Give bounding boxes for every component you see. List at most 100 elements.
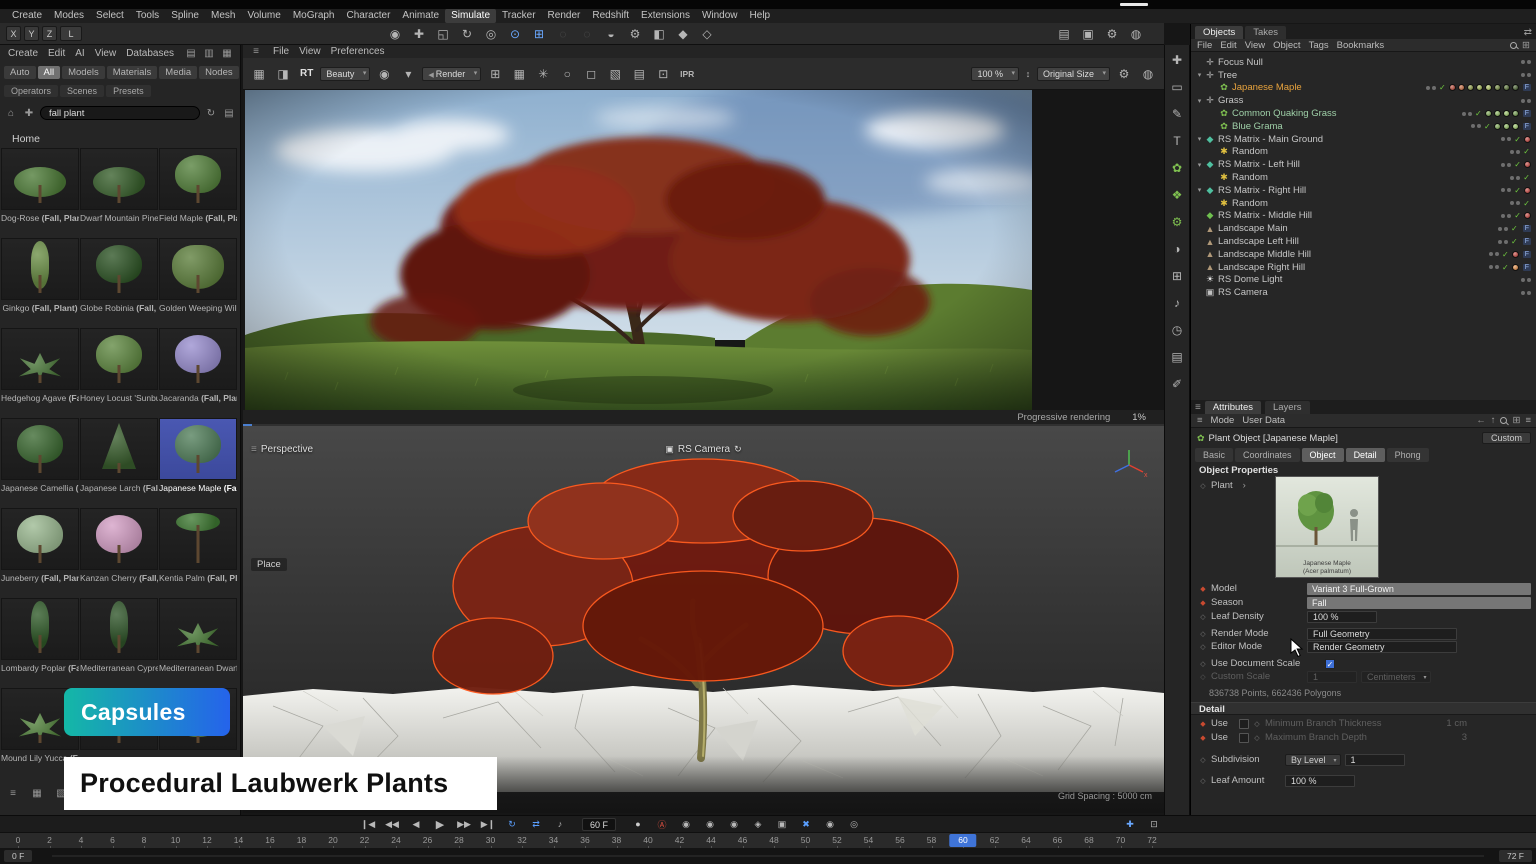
mesh-tool-icon[interactable]: ◆ bbox=[673, 24, 693, 44]
material-chip[interactable] bbox=[1524, 136, 1531, 143]
asset-item-field-maple[interactable]: Field Maple (Fall, Plant) bbox=[159, 148, 237, 236]
material-chip[interactable] bbox=[1512, 251, 1519, 258]
mode-menu[interactable]: Mode bbox=[1211, 415, 1235, 426]
zoom-spinner-icon[interactable]: ↕ bbox=[1023, 64, 1033, 84]
border-icon[interactable]: ◻ bbox=[581, 64, 601, 84]
plant-capsule-icon[interactable]: ✿ bbox=[1168, 159, 1186, 177]
grid-array-icon[interactable]: ⊞ bbox=[529, 24, 549, 44]
object-row-rs-matrix-left-hill[interactable]: ▾◆RS Matrix - Left Hill✓ bbox=[1191, 158, 1536, 171]
panel-menu-icon[interactable]: ≡ bbox=[249, 46, 263, 57]
enable-checkmark-icon[interactable]: ✓ bbox=[1502, 250, 1509, 259]
menu-animate[interactable]: Animate bbox=[396, 9, 445, 23]
om-menu-object[interactable]: Object bbox=[1273, 40, 1300, 51]
custom-preset-button[interactable]: Custom bbox=[1482, 432, 1531, 444]
object-row-random[interactable]: ✱Random✓ bbox=[1191, 197, 1536, 210]
menu-create[interactable]: Create bbox=[6, 9, 48, 23]
volume-icon[interactable]: ⊞ bbox=[1168, 267, 1186, 285]
enable-checkmark-icon[interactable]: ✓ bbox=[1511, 224, 1518, 233]
asset-item-juneberry[interactable]: Juneberry (Fall, Plant) bbox=[1, 508, 79, 596]
search-input[interactable]: fall plant bbox=[40, 106, 200, 120]
render-dot[interactable] bbox=[1432, 86, 1436, 90]
snapshot-icon[interactable]: ▦ bbox=[249, 64, 269, 84]
menu-redshift[interactable]: Redshift bbox=[586, 9, 635, 23]
node-capsule-icon[interactable]: ❖ bbox=[1168, 186, 1186, 204]
refresh-icon[interactable]: ↻ bbox=[204, 108, 218, 119]
keying-settings-button[interactable]: ✖ bbox=[798, 819, 814, 830]
render-dot[interactable] bbox=[1527, 99, 1531, 103]
record-position-button[interactable]: ◉ bbox=[678, 819, 694, 830]
material-chip[interactable] bbox=[1512, 84, 1519, 91]
tool-settings-icon[interactable]: ⚙ bbox=[625, 24, 645, 44]
autokey-button[interactable]: Ⓐ bbox=[654, 818, 670, 831]
vp-menu-preferences[interactable]: Preferences bbox=[331, 46, 385, 57]
leaf-amount-field[interactable]: 100 % bbox=[1285, 775, 1355, 787]
solo-button[interactable]: ◉ bbox=[822, 819, 838, 830]
asset-item-mediterranean-cypres-[interactable]: Mediterranean Cypres... bbox=[80, 598, 158, 686]
menu-help[interactable]: Help bbox=[744, 9, 777, 23]
layout-icon[interactable]: ▤ bbox=[1168, 348, 1186, 366]
object-tag[interactable]: F bbox=[1523, 264, 1531, 271]
preview-range-button[interactable]: ◎ bbox=[846, 819, 862, 830]
visibility-dot[interactable] bbox=[1501, 163, 1505, 167]
pixel-probe-icon[interactable]: ⊡ bbox=[653, 64, 673, 84]
enable-checkmark-icon[interactable]: ✓ bbox=[1514, 186, 1521, 195]
perspective-view-label[interactable]: ≡ Perspective bbox=[251, 444, 313, 455]
current-frame-field[interactable]: 60 F bbox=[582, 818, 616, 831]
object-row-random[interactable]: ✱Random✓ bbox=[1191, 171, 1536, 184]
prev-key-button[interactable]: ◀◀ bbox=[384, 819, 400, 830]
asset-item-ginkgo[interactable]: Ginkgo (Fall, Plant) bbox=[1, 238, 79, 326]
render-dot[interactable] bbox=[1507, 188, 1511, 192]
object-tag[interactable]: F bbox=[1523, 123, 1531, 130]
visibility-dot[interactable] bbox=[1521, 278, 1525, 282]
record-pla-button[interactable]: ▣ bbox=[774, 819, 790, 830]
attributes-menu-icon[interactable]: ≡ bbox=[1195, 402, 1201, 413]
gear-capsule-icon[interactable]: ⚙ bbox=[1168, 213, 1186, 231]
back-arrow-icon[interactable]: ← bbox=[1476, 415, 1486, 426]
ab-subtab-scenes[interactable]: Scenes bbox=[60, 85, 104, 97]
object-row-rs-matrix-right-hill[interactable]: ▾◆RS Matrix - Right Hill✓ bbox=[1191, 184, 1536, 197]
object-row-focus-null[interactable]: ✛Focus Null bbox=[1191, 56, 1536, 69]
visibility-dot[interactable] bbox=[1501, 137, 1505, 141]
render-dot[interactable] bbox=[1504, 240, 1508, 244]
asset-item-kanzan-cherry[interactable]: Kanzan Cherry (Fall, Pl... bbox=[80, 508, 158, 596]
view-menu-icon[interactable]: ≡ bbox=[251, 444, 257, 455]
filter-grid-icon[interactable]: ⊞ bbox=[1522, 40, 1530, 51]
zoom-fit-icon[interactable]: ▧ bbox=[605, 64, 625, 84]
ab-tab-media[interactable]: Media bbox=[159, 66, 197, 79]
perspective-viewport[interactable]: ≡ Perspective ▣ RS Camera ↻ Place x Grid… bbox=[243, 426, 1164, 813]
asset-item-japanese-camellia[interactable]: Japanese Camellia (Fal... bbox=[1, 418, 79, 506]
live-selection-tool[interactable]: ◉ bbox=[385, 24, 405, 44]
render-pass-select[interactable]: Beauty bbox=[320, 67, 370, 81]
ipr-button[interactable]: IPR bbox=[677, 64, 697, 84]
material-manager-button[interactable]: ◍ bbox=[1126, 24, 1146, 44]
rt-toggle-button[interactable]: RT bbox=[300, 68, 313, 79]
material-chip[interactable] bbox=[1494, 110, 1501, 117]
record-rotation-button[interactable]: ◉ bbox=[726, 819, 742, 830]
object-tag[interactable]: F bbox=[1523, 225, 1531, 232]
attr-menu-icon-2[interactable]: ≡ bbox=[1525, 415, 1531, 426]
object-row-landscape-left-hill[interactable]: ▲Landscape Left Hill✓F bbox=[1191, 235, 1536, 248]
mode-menu-icon[interactable]: ≡ bbox=[1197, 415, 1203, 426]
home-icon[interactable]: ⌂ bbox=[4, 108, 18, 119]
asset-item-dog-rose[interactable]: Dog-Rose (Fall, Plant) bbox=[1, 148, 79, 236]
tab-attributes[interactable]: Attributes bbox=[1205, 401, 1261, 414]
pen-icon[interactable]: ✎ bbox=[1168, 105, 1186, 123]
attr-grid-icon[interactable]: ⊞ bbox=[1512, 415, 1520, 426]
visibility-dot[interactable] bbox=[1426, 86, 1430, 90]
plant-preview-thumbnail[interactable]: Japanese Maple (Acer palmatum) bbox=[1275, 476, 1379, 578]
asset-item-globe-robinia[interactable]: Globe Robinia (Fall, Pl... bbox=[80, 238, 158, 326]
user-data-menu[interactable]: User Data bbox=[1242, 415, 1285, 426]
attr-tab-basic[interactable]: Basic bbox=[1195, 448, 1233, 462]
inactive-tool-icon-2[interactable]: ◌ bbox=[577, 24, 597, 44]
tab-takes[interactable]: Takes bbox=[1245, 26, 1286, 39]
render-dot[interactable] bbox=[1495, 265, 1499, 269]
scale-tool[interactable]: ◱ bbox=[433, 24, 453, 44]
menu-spline[interactable]: Spline bbox=[165, 9, 205, 23]
menu-volume[interactable]: Volume bbox=[241, 9, 286, 23]
menu-modes[interactable]: Modes bbox=[48, 9, 90, 23]
asset-item-dwarf-mountain-pine[interactable]: Dwarf Mountain Pine (... bbox=[80, 148, 158, 236]
visibility-dot[interactable] bbox=[1521, 73, 1525, 77]
object-row-rs-camera[interactable]: ▣RS Camera bbox=[1191, 286, 1536, 299]
menu-extensions[interactable]: Extensions bbox=[635, 9, 696, 23]
shader-icon[interactable]: ◑ bbox=[1168, 240, 1186, 258]
